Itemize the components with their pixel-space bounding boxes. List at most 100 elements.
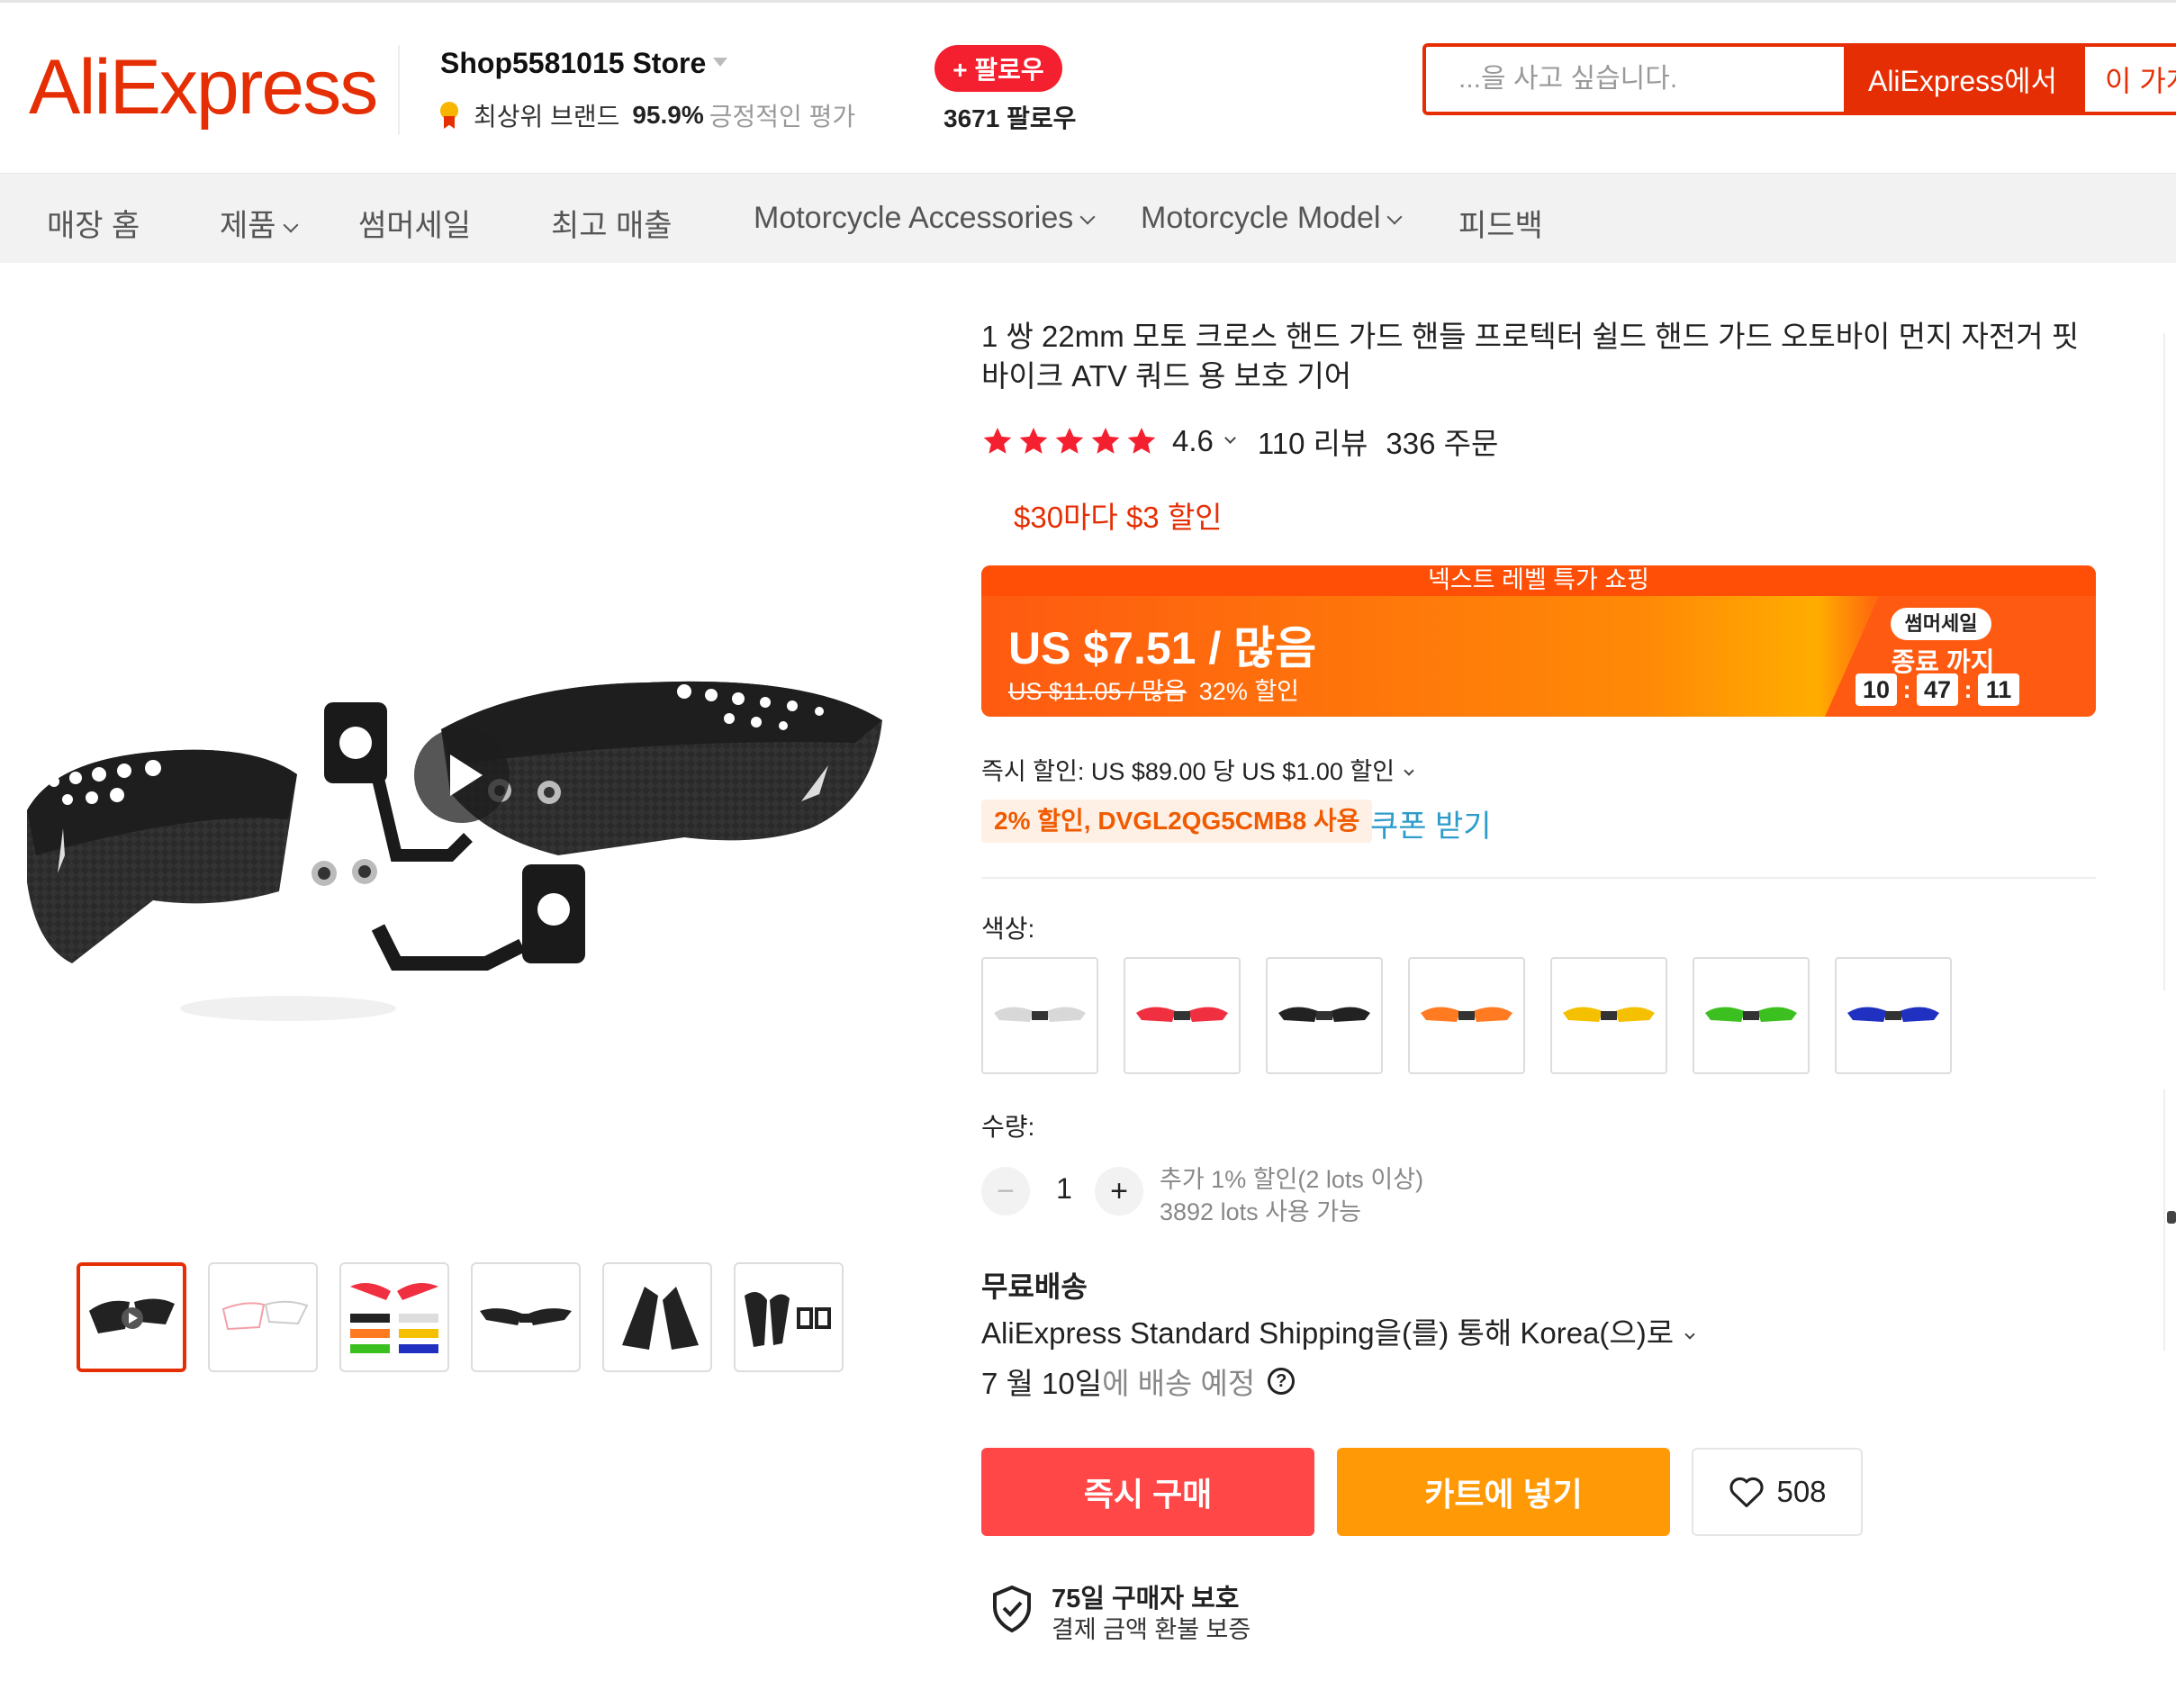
color-swatch-white[interactable]: [981, 957, 1098, 1074]
get-coupon-link[interactable]: 쿠폰 받기: [1370, 801, 1492, 845]
review-count[interactable]: 110 리뷰: [1258, 420, 1368, 463]
store-meta: 최상위 브랜드 95.9% 긍정적인 평가: [438, 97, 855, 133]
thumbnail-5[interactable]: [602, 1262, 712, 1372]
delivery-suffix: 에 배송 예정: [1102, 1367, 1256, 1400]
side-panel-edge: [2163, 333, 2165, 990]
stock-available: 3892 lots 사용 가능: [1160, 1198, 1361, 1225]
product-page: AliExpress Shop5581015 Store 최상위 브랜드 95.…: [0, 0, 2176, 1708]
timer-separator: :: [1902, 675, 1911, 703]
add-to-cart-button[interactable]: 카트에 넣기: [1337, 1448, 1670, 1536]
buy-now-button[interactable]: 즉시 구매: [981, 1448, 1314, 1536]
thumbnail-6[interactable]: [734, 1262, 844, 1372]
timer-minutes: 47: [1917, 673, 1958, 706]
search-aliexpress-button[interactable]: AliExpress에서: [1844, 43, 2081, 115]
top-border: [0, 0, 2176, 3]
color-swatch-yellow[interactable]: [1550, 957, 1667, 1074]
nav-label: Motorcycle Accessories: [754, 201, 1074, 235]
nav-store-home[interactable]: 매장 홈: [47, 201, 140, 245]
instant-discount-text: 즉시 할인: US $89.00 당 US $1.00 할인: [981, 758, 1395, 785]
thumbnail-3[interactable]: [339, 1262, 449, 1372]
timer-seconds: 11: [1978, 673, 2019, 706]
thumbnail-image: [221, 1300, 309, 1331]
search-input[interactable]: [1426, 47, 1846, 112]
swatch-image: [1705, 1007, 1797, 1022]
medal-icon: [438, 102, 461, 129]
chevron-down-icon: [1386, 209, 1403, 225]
star-icon: [1055, 428, 1084, 454]
instant-discount[interactable]: 즉시 할인: US $89.00 당 US $1.00 할인: [981, 752, 1414, 787]
current-price: US $7.51 / 많음: [1008, 623, 1317, 673]
nav-feedback[interactable]: 피드백: [1458, 201, 1543, 245]
quantity-increase-button[interactable]: +: [1095, 1167, 1143, 1215]
buyer-protection-subtitle: 결제 금액 환불 보증: [1052, 1616, 1251, 1643]
thumbnail-image: [89, 1298, 175, 1333]
chevron-down-icon[interactable]: [1224, 431, 1236, 444]
aliexpress-logo[interactable]: AliExpress: [29, 43, 378, 132]
delivery-date: 7 월 10일: [981, 1367, 1103, 1400]
star-icon: [1127, 428, 1156, 454]
thumbnail-4[interactable]: [471, 1262, 581, 1372]
shipping-title: 무료배송: [981, 1270, 1088, 1303]
color-swatch-black[interactable]: [1266, 957, 1383, 1074]
nav-label: Motorcycle Model: [1141, 201, 1381, 235]
color-swatch-blue[interactable]: [1835, 957, 1952, 1074]
countdown-timer: 10 : 47 : 11: [1855, 673, 2019, 706]
swatch-image: [994, 1007, 1086, 1022]
star-icon: [983, 428, 1012, 454]
delivery-estimate: 7 월 10일 에 배송 예정 ?: [981, 1360, 1296, 1403]
price-box: 넥스트 레벨 특가 쇼핑 US $7.51 / 많음 US $11.05 / 많…: [981, 565, 2096, 717]
play-video-button[interactable]: [414, 727, 510, 823]
nav-label: 피드백: [1458, 209, 1543, 243]
swatch-image: [1847, 1007, 1939, 1022]
follower-count: 3671 팔로우: [944, 104, 1077, 132]
nav-label: 최고 매출: [551, 209, 673, 243]
product-title: 1 쌍 22mm 모토 크로스 핸드 가드 핸들 프로텍터 쉴드 핸드 가드 오…: [981, 320, 2080, 393]
thumbnail-image: [350, 1283, 438, 1353]
color-label: 색상:: [981, 915, 1035, 943]
brand-badge: 최상위 브랜드: [474, 103, 620, 131]
swatch-image: [1563, 1007, 1655, 1022]
search-box: [1422, 43, 1846, 115]
timer-hours: 10: [1855, 673, 1897, 706]
nav-products[interactable]: 제품: [220, 201, 299, 245]
search-store-button[interactable]: 이 가게: [2081, 43, 2176, 115]
store-dropdown-icon[interactable]: [713, 58, 727, 67]
wishlist-button[interactable]: 508: [1692, 1448, 1863, 1536]
wishlist-count: 508: [1776, 1475, 1827, 1508]
quantity-decrease-button[interactable]: −: [981, 1167, 1030, 1215]
store-name[interactable]: Shop5581015 Store: [440, 47, 706, 80]
nav-label: 제품: [220, 209, 276, 243]
bulk-discount-note: 추가 1% 할인(2 lots 이상): [1160, 1166, 1424, 1193]
star-icon: [1019, 428, 1048, 454]
color-swatch-red[interactable]: [1124, 957, 1241, 1074]
store-discount[interactable]: $30마다 $3 할인: [1014, 493, 1223, 537]
original-price: US $11.05 / 많음: [1008, 678, 1187, 705]
rating-row: 4.6 110 리뷰 336 주문: [981, 420, 1498, 463]
shipping-method[interactable]: AliExpress Standard Shipping을(를) 통해 Kore…: [981, 1309, 1695, 1352]
quantity-value[interactable]: 1: [1046, 1172, 1082, 1206]
rating-value[interactable]: 4.6: [1172, 424, 1214, 458]
swatch-image: [1421, 1007, 1512, 1022]
chevron-down-icon: [1684, 1329, 1695, 1340]
divider: [981, 877, 2096, 879]
color-swatch-orange[interactable]: [1408, 957, 1525, 1074]
help-icon[interactable]: ?: [1268, 1368, 1296, 1395]
color-swatches: [981, 957, 1952, 1074]
nav-summer-sale[interactable]: 썸머세일: [358, 201, 471, 245]
sale-badge: 썸머세일: [1891, 608, 1991, 640]
heart-icon: [1729, 1477, 1765, 1508]
nav-motorcycle-model[interactable]: Motorcycle Model: [1141, 201, 1403, 236]
follow-button[interactable]: + 팔로우: [935, 45, 1062, 92]
nav-motorcycle-accessories[interactable]: Motorcycle Accessories: [754, 201, 1096, 236]
thumbnail-1[interactable]: [77, 1262, 186, 1372]
side-panel-handle[interactable]: [2167, 1211, 2176, 1224]
discount-percent: 32% 할인: [1198, 678, 1300, 705]
header-divider: [398, 45, 400, 135]
nav-best-sellers[interactable]: 최고 매출: [551, 201, 673, 245]
chevron-down-icon: [283, 217, 299, 233]
thumbnail-2[interactable]: [208, 1262, 318, 1372]
quantity-label: 수량:: [981, 1113, 1035, 1141]
color-swatch-green[interactable]: [1693, 957, 1810, 1074]
main-product-image[interactable]: [18, 585, 900, 1134]
swatch-image: [1278, 1007, 1370, 1022]
